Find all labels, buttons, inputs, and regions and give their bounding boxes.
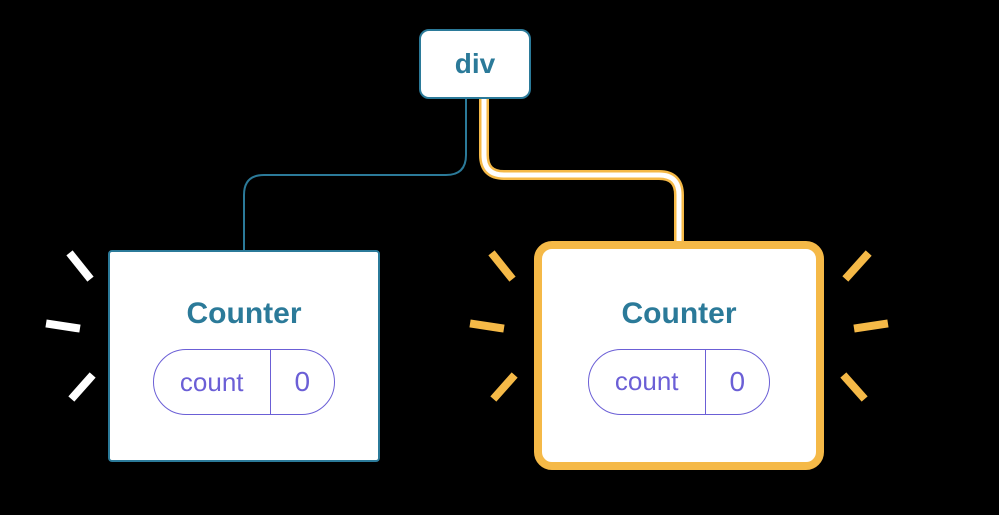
tree-node-root: div (419, 29, 531, 99)
node-label: Counter (187, 297, 302, 331)
state-name: count (589, 350, 706, 414)
node-label: div (455, 48, 495, 80)
state-name: count (154, 350, 271, 414)
tree-node-counter-right-highlighted: Counter count 0 (534, 241, 824, 470)
component-tree-diagram: div Counter count 0 Counter count 0 (0, 0, 999, 515)
state-pill: count 0 (153, 349, 335, 415)
state-value: 0 (706, 350, 770, 414)
state-value: 0 (271, 350, 335, 414)
tree-node-counter-left: Counter count 0 (108, 250, 380, 462)
state-pill: count 0 (588, 349, 770, 415)
node-label: Counter (622, 297, 737, 331)
